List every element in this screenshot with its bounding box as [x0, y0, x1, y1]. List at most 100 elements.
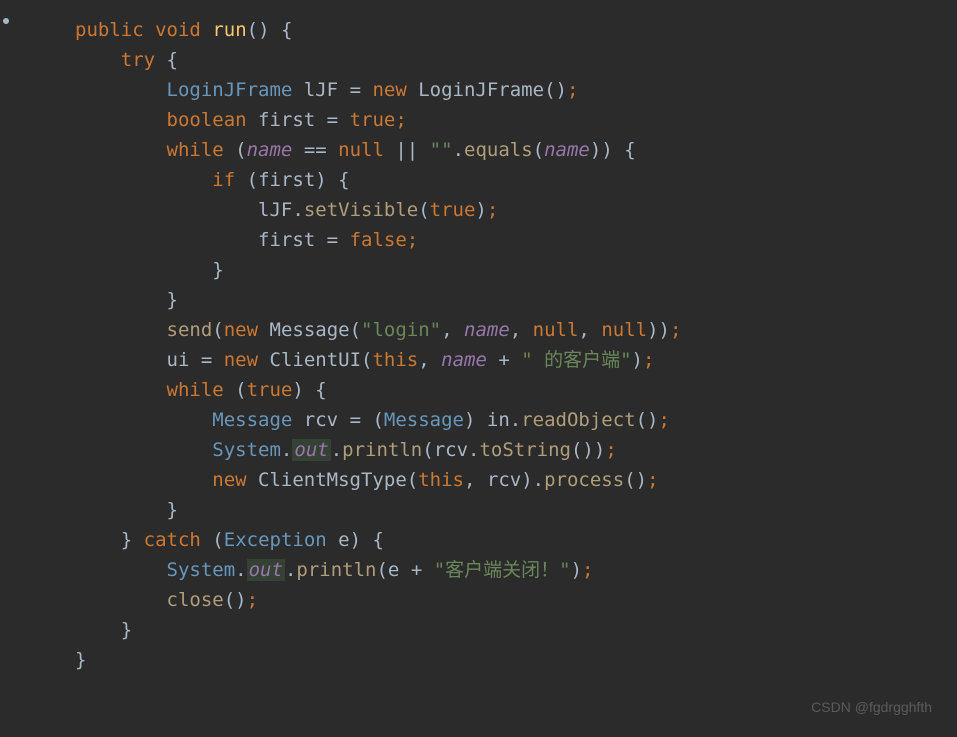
- code-line: boolean first = true;: [167, 109, 407, 131]
- paren: (: [407, 469, 418, 491]
- parens: (): [636, 409, 659, 431]
- comma: ,: [464, 469, 487, 491]
- paren: ): [350, 529, 361, 551]
- code-line: send(new Message("login", name, null, nu…: [167, 319, 682, 341]
- keyword-new: new: [361, 79, 418, 101]
- string: "": [430, 139, 453, 161]
- code-line: LoginJFrame lJF = new LoginJFrame();: [167, 79, 579, 101]
- type: Exception: [224, 529, 327, 551]
- method-name: run: [212, 19, 246, 41]
- brace: }: [75, 649, 86, 671]
- var: first: [258, 229, 327, 251]
- op: ||: [384, 139, 430, 161]
- watermark: CSDN @fgdrgghfth: [811, 692, 932, 722]
- keyword-boolean: boolean: [167, 109, 247, 131]
- paren: (: [361, 349, 372, 371]
- keyword-void: void: [155, 19, 201, 41]
- equals: =: [327, 229, 338, 251]
- code-line: try {: [121, 49, 178, 71]
- code-line: System.out.println(rcv.toString());: [212, 439, 617, 461]
- code-line: System.out.println(e + "客户端关闭！");: [167, 559, 594, 581]
- code-line: while (name == null || "".equals(name)) …: [167, 139, 636, 161]
- brace: {: [155, 49, 178, 71]
- paren: ): [315, 169, 326, 191]
- keyword-true: true: [430, 199, 476, 221]
- paren: (: [361, 409, 384, 431]
- string: "login": [361, 319, 441, 341]
- string: "客户端关闭！": [422, 559, 570, 581]
- method: process: [544, 469, 624, 491]
- code-line: }: [212, 259, 223, 281]
- equals: =: [327, 109, 338, 131]
- method: println: [296, 559, 376, 581]
- var: lJF: [258, 199, 292, 221]
- plus: +: [487, 349, 521, 371]
- semi: ;: [407, 229, 418, 251]
- comma: ,: [418, 349, 441, 371]
- type: Message: [212, 409, 292, 431]
- semi: ;: [605, 439, 616, 461]
- method: println: [342, 439, 422, 461]
- var: ui: [167, 349, 201, 371]
- var: e: [388, 559, 411, 581]
- keyword-if: if: [212, 169, 235, 191]
- equals: =: [201, 349, 212, 371]
- comma: ,: [441, 319, 464, 341]
- paren: ): [590, 139, 601, 161]
- code-line: public void run() {: [75, 19, 292, 41]
- code-line: while (true) {: [167, 379, 327, 401]
- keyword-null: null: [601, 319, 647, 341]
- code-line: Message rcv = (Message) in.readObject();: [212, 409, 670, 431]
- code-line: if (first) {: [212, 169, 349, 191]
- parens: (): [571, 439, 594, 461]
- parens: (): [624, 469, 647, 491]
- code-editor[interactable]: public void run() { try { LoginJFrame lJ…: [0, 15, 957, 675]
- brace: }: [167, 499, 178, 521]
- breakpoint-marker[interactable]: [3, 18, 9, 24]
- keyword-false: false: [338, 229, 407, 251]
- paren: ): [632, 349, 643, 371]
- dot: .: [281, 439, 292, 461]
- ctor: ClientUI: [270, 349, 362, 371]
- brace: {: [327, 169, 350, 191]
- paren: ): [475, 199, 486, 221]
- code-line: }: [121, 619, 132, 641]
- field: name: [247, 139, 293, 161]
- paren: (: [224, 139, 247, 161]
- static-field: out: [292, 439, 330, 461]
- var: rcv: [292, 409, 349, 431]
- plus: +: [411, 559, 422, 581]
- code-line: ui = new ClientUI(this, name + " 的客户端");: [167, 349, 655, 371]
- parens: (): [544, 79, 567, 101]
- dot: .: [453, 139, 464, 161]
- var: in: [475, 409, 509, 431]
- code-line: close();: [167, 589, 259, 611]
- brace: {: [361, 529, 384, 551]
- paren: (: [212, 319, 223, 341]
- paren: (: [533, 139, 544, 161]
- var: first: [258, 169, 315, 191]
- keyword-while: while: [167, 139, 224, 161]
- op: ==: [292, 139, 338, 161]
- semi: ;: [582, 559, 593, 581]
- comma: ,: [578, 319, 601, 341]
- paren: (: [422, 439, 433, 461]
- semi: ;: [647, 469, 658, 491]
- dot: .: [235, 559, 246, 581]
- code-line: new ClientMsgType(this, rcv).process();: [212, 469, 658, 491]
- keyword-catch: catch: [132, 529, 212, 551]
- ctor: ClientMsgType: [258, 469, 407, 491]
- keyword-new: new: [224, 319, 270, 341]
- keyword-null: null: [338, 139, 384, 161]
- semi: ;: [659, 409, 670, 431]
- paren: (: [212, 529, 223, 551]
- dot: .: [285, 559, 296, 581]
- brace: }: [167, 289, 178, 311]
- dot: .: [468, 439, 479, 461]
- paren: ): [647, 319, 658, 341]
- parens: (): [247, 19, 270, 41]
- semi: ;: [670, 319, 681, 341]
- class: System: [212, 439, 281, 461]
- brace: {: [270, 19, 293, 41]
- method: toString: [479, 439, 571, 461]
